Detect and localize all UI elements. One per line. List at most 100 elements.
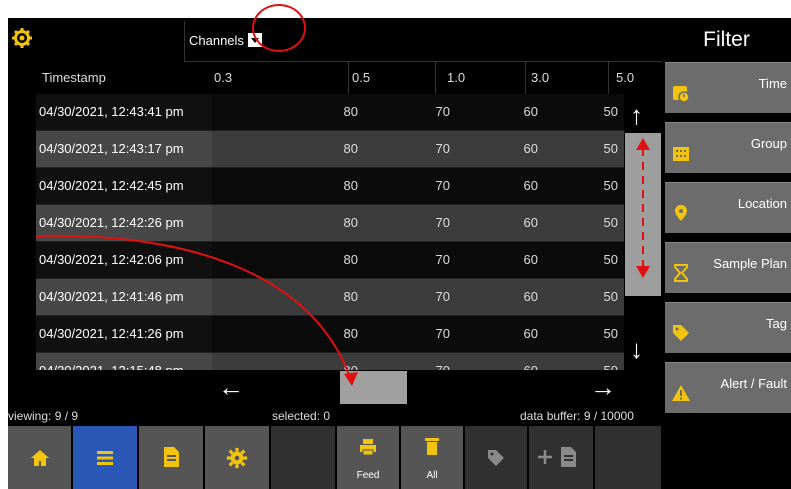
- column-divider: [525, 62, 526, 94]
- row-timestamp: 04/30/2021, 12:41:46 pm: [39, 289, 184, 304]
- table-row[interactable]: 04/30/2021, 12:42:26 pm 80 70 60 50: [36, 205, 632, 242]
- row-timestamp: 04/30/2021, 12:42:26 pm: [39, 215, 184, 230]
- feed-label: Feed: [356, 470, 380, 481]
- cell-value: 80: [343, 215, 358, 230]
- home-icon: [31, 450, 49, 466]
- cell-value: 70: [435, 252, 450, 267]
- cell-value: 60: [523, 215, 538, 230]
- cell-value: 60: [523, 178, 538, 193]
- home-button[interactable]: [8, 426, 71, 489]
- document-icon: [164, 447, 179, 467]
- app-frame: Channels Timestamp 0.3 0.5 1.0 3.0 5.0 0…: [0, 0, 791, 489]
- cell-value: 80: [343, 289, 358, 304]
- filter-location-label: Location: [737, 196, 787, 211]
- column-header-1.0[interactable]: 1.0: [447, 62, 465, 94]
- cell-value: 80: [343, 252, 358, 267]
- column-header-0.5[interactable]: 0.5: [352, 62, 370, 94]
- vertical-scroll-thumb[interactable]: [625, 133, 661, 296]
- warning-triangle-icon: [672, 385, 690, 401]
- column-divider: [348, 62, 349, 94]
- cell-value: 50: [603, 215, 618, 230]
- cell-value: 80: [343, 178, 358, 193]
- horizontal-scroll-thumb[interactable]: [340, 371, 407, 404]
- scroll-right-arrow-icon[interactable]: →: [590, 374, 616, 400]
- cell-value: 70: [435, 104, 450, 119]
- list-view-button[interactable]: [73, 426, 137, 489]
- settings-button[interactable]: [205, 426, 269, 489]
- scroll-left-arrow-icon[interactable]: ←: [218, 374, 244, 400]
- viewing-count: viewing: 9 / 9: [8, 409, 79, 423]
- timestamp-column-header[interactable]: Timestamp: [38, 62, 218, 94]
- filter-time-label: Time: [758, 76, 787, 91]
- cell-value: 60: [450, 353, 538, 370]
- table-row[interactable]: 04/30/2021, 12:43:17 pm 80 70 60 50: [36, 131, 632, 168]
- list-icon: [97, 451, 113, 465]
- settings-gear-icon[interactable]: [10, 26, 34, 50]
- filter-tag-button[interactable]: Tag: [665, 302, 791, 353]
- gear-icon: [226, 447, 248, 469]
- data-buffer-count: data buffer: 9 / 10000: [520, 409, 634, 423]
- status-bar: viewing: 9 / 9 selected: 0 data buffer: …: [8, 407, 662, 425]
- filter-sample-plan-label: Sample Plan: [713, 256, 787, 271]
- all-label: All: [426, 470, 438, 481]
- filter-location-button[interactable]: Location: [665, 182, 791, 233]
- feed-button[interactable]: Feed: [337, 426, 399, 489]
- cell-value: 70: [435, 326, 450, 341]
- row-timestamp: 04/30/2021, 12:41:26 pm: [39, 326, 184, 341]
- cell-value: 50: [603, 178, 618, 193]
- cell-value: 50: [603, 289, 618, 304]
- trash-icon: [425, 438, 439, 455]
- filter-alert-fault-button[interactable]: Alert / Fault: [665, 362, 791, 413]
- data-table: 04/30/2021, 12:43:41 pm 80 70 60 50 04/30/20…: [36, 94, 632, 370]
- filter-group-label: Group: [750, 136, 787, 151]
- row-timestamp: 04/30/2021, 12:43:41 pm: [39, 104, 184, 119]
- column-header-5.0[interactable]: 5.0: [616, 62, 634, 94]
- filter-time-button[interactable]: Time: [665, 62, 791, 113]
- tag-toolbar-button[interactable]: [465, 426, 527, 489]
- hourglass-icon: [674, 264, 688, 282]
- bottom-toolbar: Feed All: [8, 426, 791, 489]
- tag-icon: [673, 325, 689, 341]
- annotation-highlight-circle: [252, 4, 306, 52]
- cell-value: 70: [435, 289, 450, 304]
- cell-value: 60: [523, 289, 538, 304]
- add-document-button[interactable]: [529, 426, 593, 489]
- filter-title: Filter: [703, 28, 750, 51]
- filter-alert-fault-label: Alert / Fault: [720, 376, 787, 391]
- column-header-3.0[interactable]: 3.0: [531, 62, 549, 94]
- column-divider: [608, 62, 609, 94]
- table-row[interactable]: 04/30/2021, 12:42:45 pm 80 70 60 50: [36, 168, 632, 205]
- table-row[interactable]: 04/30/2021, 12:43:41 pm 80 70 60 50: [36, 94, 632, 131]
- row-timestamp: 04/30/2021, 12:42:45 pm: [39, 178, 184, 193]
- cell-value: 80: [343, 104, 358, 119]
- column-header-0.3[interactable]: 0.3: [214, 62, 232, 94]
- filter-sidebar: Filter Time Group Location Sample Plan T…: [662, 18, 791, 489]
- table-row[interactable]: 04/30/2021, 12:42:06 pm 80 70 60 50: [36, 242, 632, 279]
- add-document-icon: [538, 447, 576, 467]
- cell-value: 50: [603, 141, 618, 156]
- row-timestamp: 04/30/2021, 12:42:06 pm: [39, 252, 184, 267]
- table-row[interactable]: 04/30/2021, 12:15:48 pm80706050: [36, 353, 632, 370]
- cell-value: 70: [435, 178, 450, 193]
- cell-value: 80: [343, 326, 358, 341]
- document-button[interactable]: [139, 426, 203, 489]
- table-row[interactable]: 04/30/2021, 12:41:26 pm 80 70 60 50: [36, 316, 632, 353]
- filter-sample-plan-button[interactable]: Sample Plan: [665, 242, 791, 293]
- map-pin-icon: [675, 205, 687, 221]
- device-screen: Channels Timestamp 0.3 0.5 1.0 3.0 5.0 0…: [8, 18, 791, 489]
- table-row[interactable]: 04/30/2021, 12:41:46 pm 80 70 60 50: [36, 279, 632, 316]
- cell-value: 50: [603, 104, 618, 119]
- scroll-down-arrow-icon[interactable]: ↓: [630, 336, 643, 362]
- printer-icon: [360, 439, 376, 456]
- cell-value: 50: [538, 353, 618, 370]
- cell-value: 60: [523, 326, 538, 341]
- cell-value: 60: [523, 252, 538, 267]
- cell-value: 70: [435, 215, 450, 230]
- selected-count: selected: 0: [272, 409, 331, 423]
- filter-group-button[interactable]: Group: [665, 122, 791, 173]
- row-timestamp: 04/30/2021, 12:15:48 pm: [36, 353, 215, 370]
- clear-all-button[interactable]: All: [401, 426, 463, 489]
- cell-value: 60: [523, 104, 538, 119]
- scroll-up-arrow-icon[interactable]: ↑: [630, 102, 643, 128]
- cell-value: 50: [603, 326, 618, 341]
